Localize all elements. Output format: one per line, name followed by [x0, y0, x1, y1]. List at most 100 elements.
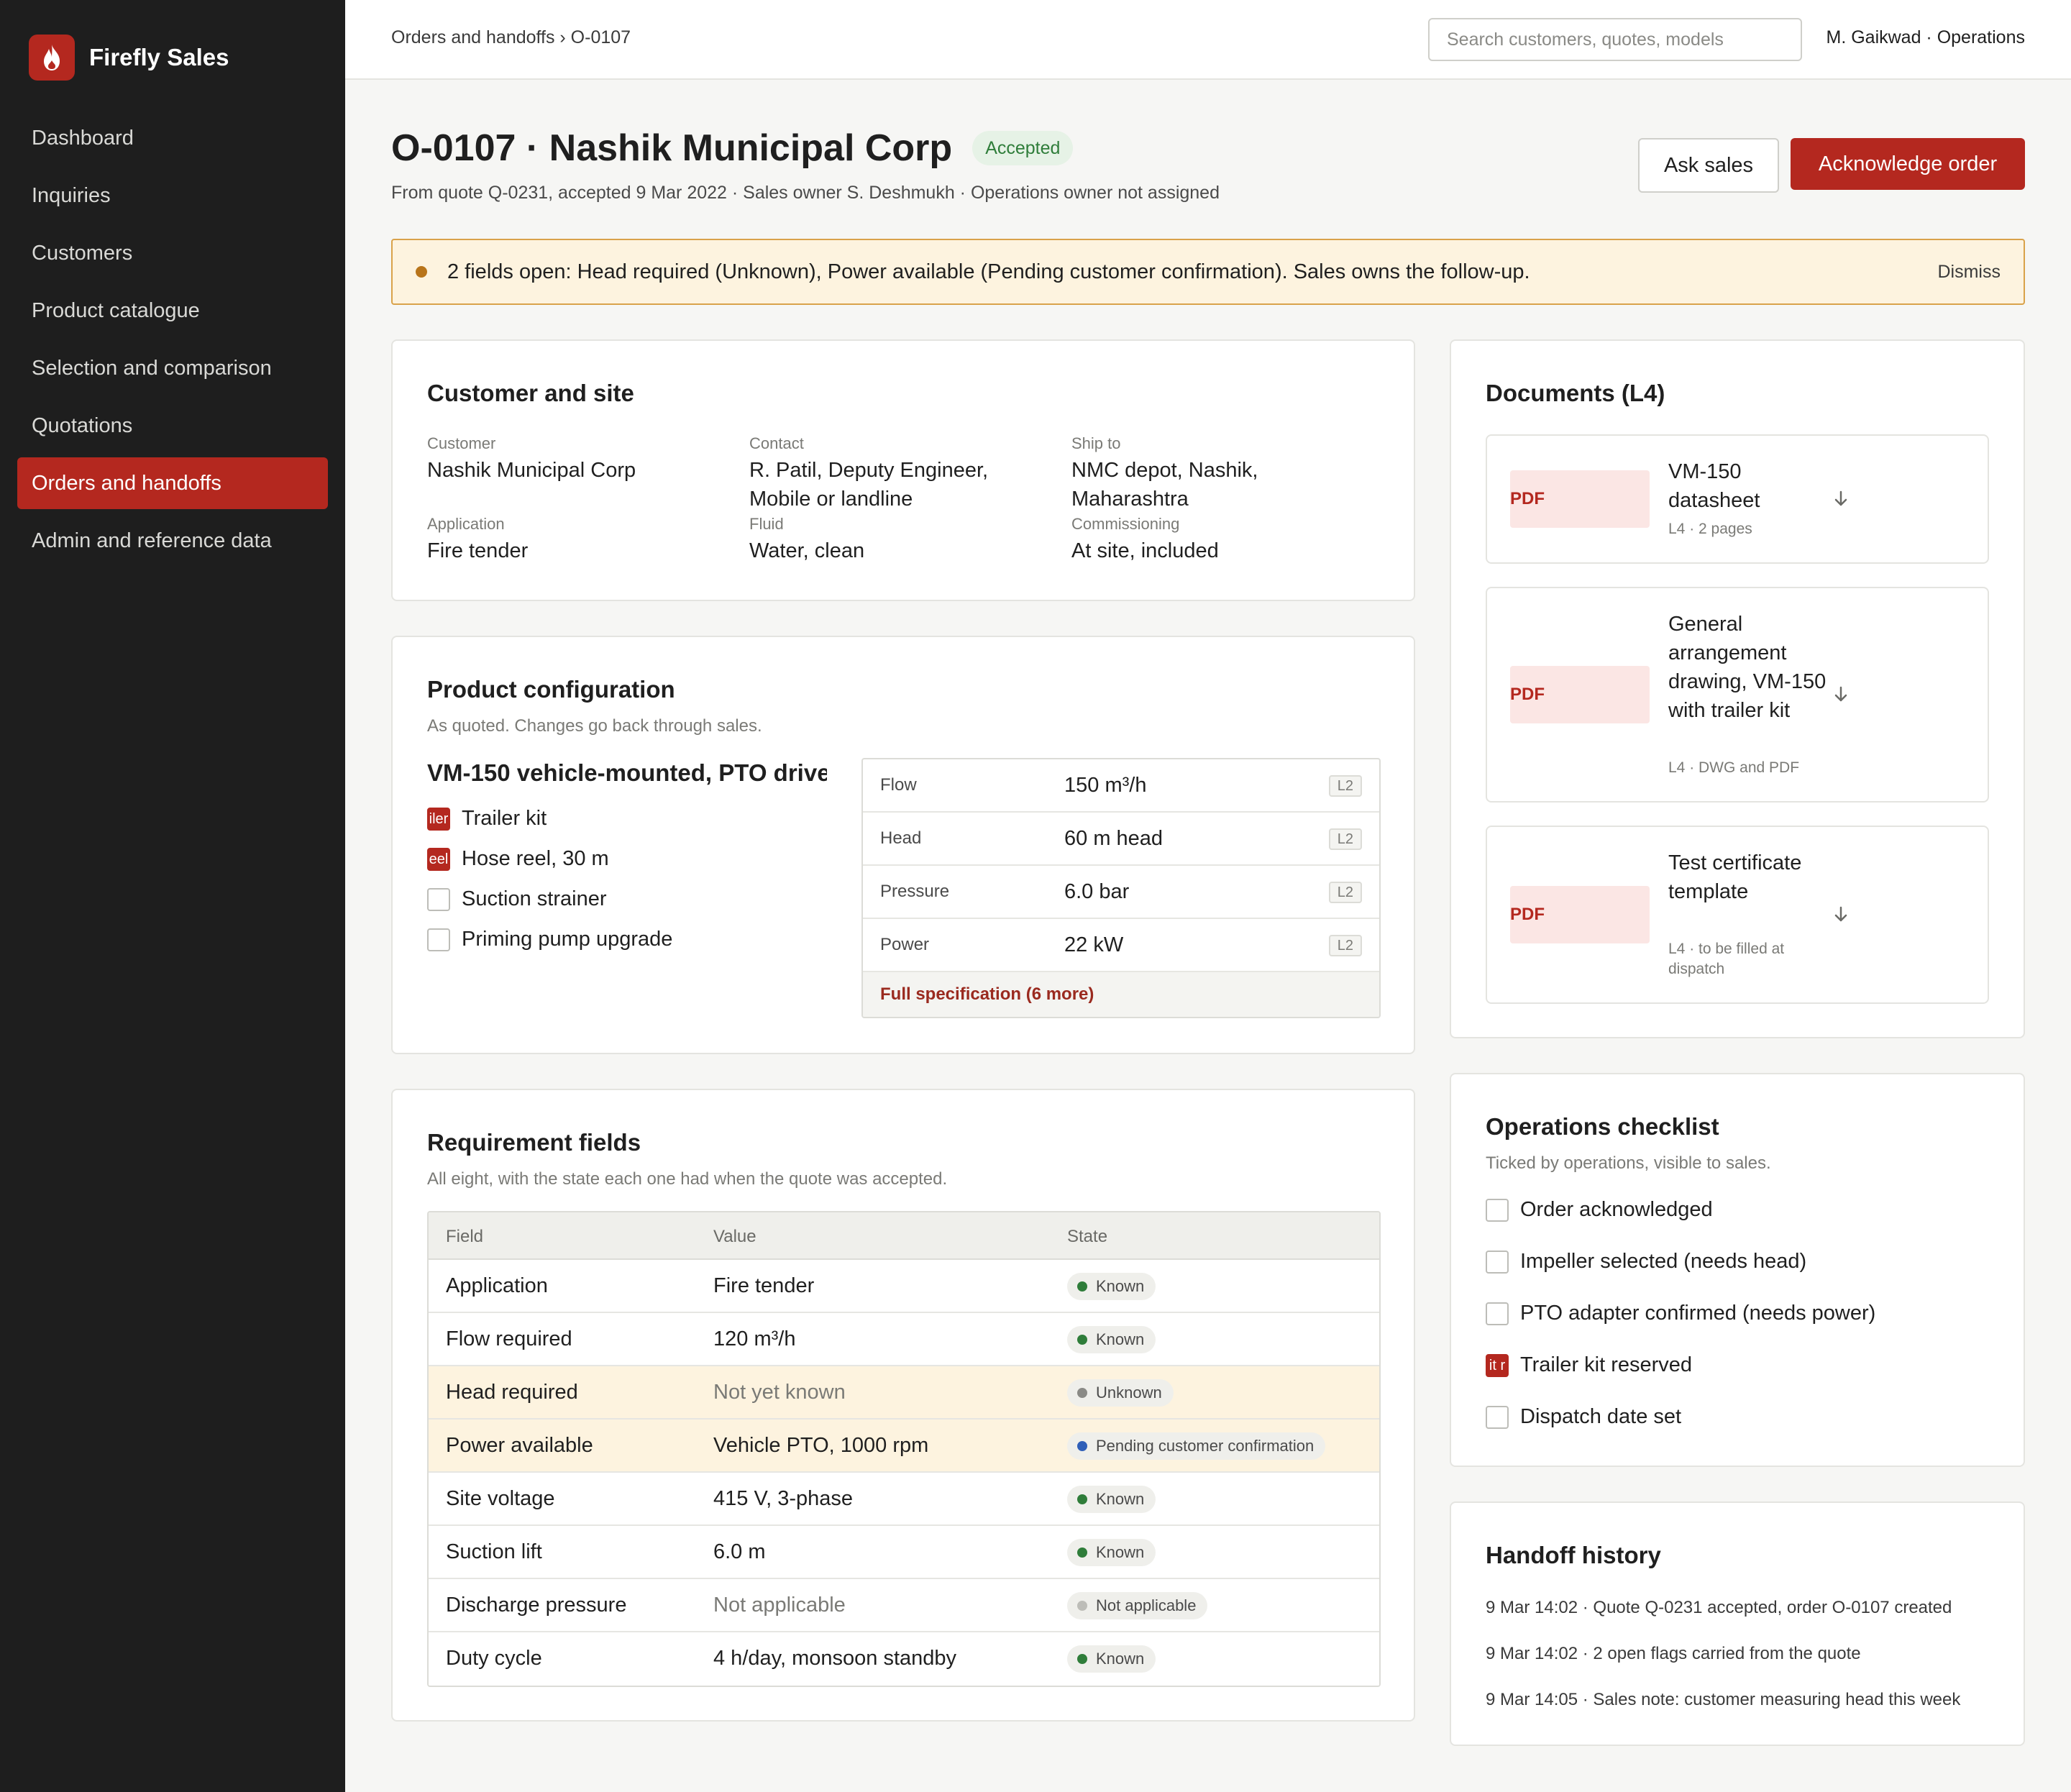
- application-value: Fire tender: [427, 539, 529, 562]
- nav-item-dashboard[interactable]: Dashboard: [17, 112, 328, 164]
- nav-item-inquiries[interactable]: Inquiries: [17, 170, 328, 221]
- checkbox[interactable]: [1486, 1405, 1509, 1429]
- breadcrumb[interactable]: Orders and handoffs › O-0107: [391, 27, 631, 48]
- state-badge: Known: [1067, 1539, 1156, 1566]
- field-value: Not applicable: [713, 1594, 846, 1617]
- status-dot-icon: [1077, 1281, 1087, 1292]
- sidebar: Firefly Sales Dashboard Inquiries Custom…: [0, 0, 345, 1792]
- checklist-item[interactable]: Order acknowledged: [1486, 1198, 1713, 1222]
- contact-value: R. Patil, Deputy Engineer, Mobile or lan…: [749, 459, 989, 511]
- nav-item-selection-comparison[interactable]: Selection and comparison: [17, 342, 328, 394]
- card-title: Customer and site: [427, 380, 634, 406]
- table-row: Site voltage 415 V, 3-phase Known: [429, 1473, 1379, 1526]
- option-suction-strainer[interactable]: Suction strainer: [427, 887, 607, 911]
- table-row: Discharge pressure Not applicable Not ap…: [429, 1579, 1379, 1632]
- download-icon[interactable]: [1831, 685, 1851, 705]
- product-configuration-card: Product configuration As quoted. Changes…: [391, 636, 1415, 1054]
- checkbox[interactable]: [1486, 1198, 1509, 1222]
- checklist-label: Dispatch date set: [1520, 1405, 1682, 1428]
- state-badge: Known: [1067, 1486, 1156, 1513]
- spec-row: Pressure 6.0 bar L2: [863, 866, 1379, 919]
- ask-sales-button[interactable]: Ask sales: [1638, 138, 1779, 193]
- state-label: Not applicable: [1096, 1596, 1197, 1614]
- spec-value: 22 kW: [1064, 933, 1124, 956]
- commissioning-value: At site, included: [1071, 539, 1219, 562]
- spec-row: Flow 150 m³/h L2: [863, 759, 1379, 813]
- option-priming-pump[interactable]: Priming pump upgrade: [427, 928, 672, 951]
- field-name: Discharge pressure: [446, 1594, 627, 1617]
- checklist-item[interactable]: PTO adapter confirmed (needs power): [1486, 1302, 1875, 1325]
- status-dot-icon: [1077, 1548, 1087, 1558]
- fluid-label: Fluid: [749, 515, 784, 533]
- checkbox[interactable]: [427, 887, 450, 911]
- acknowledge-order-button[interactable]: Acknowledge order: [1791, 138, 2025, 190]
- card-subtitle: As quoted. Changes go back through sales…: [427, 716, 762, 736]
- customer-site-card: Customer and site Customer Nashik Munici…: [391, 339, 1415, 601]
- status-dot-icon: [1077, 1335, 1087, 1345]
- open-fields-alert: 2 fields open: Head required (Unknown), …: [391, 239, 2025, 305]
- checkbox[interactable]: [427, 928, 450, 951]
- operations-checklist-card: Operations checklist Ticked by operation…: [1450, 1073, 2025, 1467]
- nav-item-admin[interactable]: Admin and reference data: [17, 515, 328, 567]
- top-bar: Orders and handoffs › O-0107 M. Gaikwad …: [345, 0, 2071, 80]
- download-icon[interactable]: [1831, 489, 1851, 509]
- history-item: 9 Mar 14:02 · 2 open flags carried from …: [1486, 1644, 1861, 1663]
- download-icon[interactable]: [1831, 905, 1851, 925]
- checklist-item[interactable]: Impeller selected (needs head): [1486, 1250, 1806, 1274]
- card-subtitle: All eight, with the state each one had w…: [427, 1169, 948, 1189]
- customer-value: Nashik Municipal Corp: [427, 459, 636, 482]
- state-badge: Not applicable: [1067, 1592, 1208, 1619]
- flame-icon: [29, 35, 75, 81]
- level-badge: L2: [1328, 775, 1362, 797]
- checkbox-checked[interactable]: eel: [427, 847, 450, 871]
- checkbox[interactable]: [1486, 1302, 1509, 1325]
- fluid-value: Water, clean: [749, 539, 865, 562]
- document-item[interactable]: PDF General arrangement drawing, VM-150 …: [1486, 587, 1989, 803]
- checklist-item[interactable]: it r Trailer kit reserved: [1486, 1353, 1692, 1377]
- search-input[interactable]: [1428, 18, 1802, 61]
- full-specification-link[interactable]: Full specification (6 more): [863, 972, 1379, 1017]
- status-dot-icon: [1077, 1601, 1087, 1611]
- field-value: Fire tender: [713, 1274, 815, 1297]
- spec-key: Flow: [880, 775, 917, 795]
- checkbox-checked[interactable]: iler: [427, 807, 450, 831]
- nav-item-product-catalogue[interactable]: Product catalogue: [17, 285, 328, 337]
- spec-row: Head 60 m head L2: [863, 813, 1379, 866]
- checklist-item[interactable]: Dispatch date set: [1486, 1405, 1681, 1429]
- document-item[interactable]: PDF VM-150 datasheet L4 · 2 pages: [1486, 434, 1989, 564]
- history-item: 9 Mar 14:02 · Quote Q-0231 accepted, ord…: [1486, 1598, 1952, 1617]
- spec-row: Power 22 kW L2: [863, 919, 1379, 972]
- document-name: Test certificate template: [1668, 851, 1802, 903]
- spec-value: 150 m³/h: [1064, 774, 1147, 797]
- document-item[interactable]: PDF Test certificate template L4 · to be…: [1486, 826, 1989, 1004]
- field-name: Flow required: [446, 1327, 572, 1350]
- card-subtitle: Ticked by operations, visible to sales.: [1486, 1153, 1771, 1173]
- nav-item-customers[interactable]: Customers: [17, 227, 328, 279]
- dismiss-button[interactable]: Dismiss: [1938, 262, 2001, 283]
- brand[interactable]: Firefly Sales: [29, 35, 229, 81]
- nav-item-quotations[interactable]: Quotations: [17, 400, 328, 452]
- field-value: 4 h/day, monsoon standby: [713, 1647, 957, 1670]
- handoff-history-card: Handoff history 9 Mar 14:02 · Quote Q-02…: [1450, 1501, 2025, 1746]
- option-trailer-kit[interactable]: iler Trailer kit: [427, 807, 547, 831]
- table-header: Field Value State: [429, 1212, 1379, 1260]
- nav-item-orders-handoffs[interactable]: Orders and handoffs: [17, 457, 328, 509]
- field-value: 120 m³/h: [713, 1327, 796, 1350]
- spec-table: Flow 150 m³/h L2 Head 60 m head L2 Press…: [861, 758, 1381, 1018]
- state-badge: Known: [1067, 1273, 1156, 1300]
- checkbox[interactable]: [1486, 1250, 1509, 1274]
- user-menu[interactable]: M. Gaikwad · Operations: [1827, 27, 2026, 48]
- column-header-state: State: [1067, 1227, 1108, 1246]
- state-badge: Known: [1067, 1326, 1156, 1353]
- checkbox-checked[interactable]: it r: [1486, 1353, 1509, 1377]
- field-name: Duty cycle: [446, 1647, 542, 1670]
- card-title: Handoff history: [1486, 1542, 1661, 1568]
- document-name: General arrangement drawing, VM-150 with…: [1668, 613, 1827, 722]
- document-meta: L4 · to be filled at dispatch: [1668, 941, 1785, 977]
- state-label: Known: [1096, 1330, 1145, 1348]
- card-title: Documents (L4): [1486, 380, 1665, 406]
- field-value: 6.0 m: [713, 1540, 766, 1563]
- table-row: Head required Not yet known Unknown: [429, 1366, 1379, 1420]
- status-dot-icon: [1077, 1388, 1087, 1398]
- option-hose-reel[interactable]: eel Hose reel, 30 m: [427, 847, 609, 871]
